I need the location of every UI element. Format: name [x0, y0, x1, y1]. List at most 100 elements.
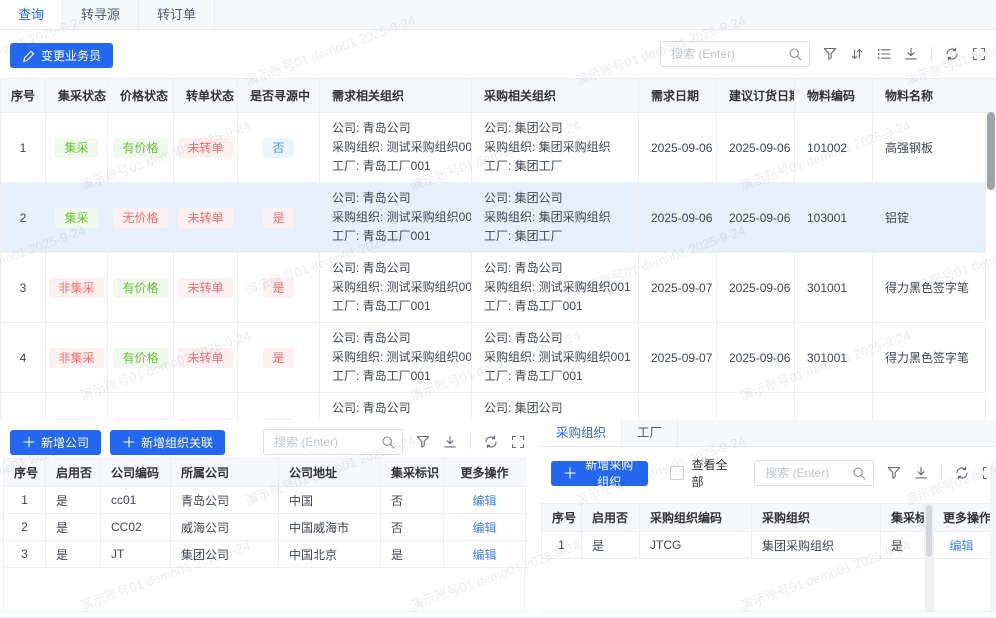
- search-icon[interactable]: [381, 435, 395, 449]
- add-company-label: 新增公司: [41, 434, 89, 451]
- table-cell: 青岛公司: [171, 487, 279, 514]
- bottom-tab-2[interactable]: 工厂: [622, 420, 678, 446]
- status-badge: 未转单: [178, 348, 232, 368]
- table-cell: 2025-09-07: [639, 393, 717, 421]
- main-search-input[interactable]: [661, 42, 809, 66]
- demand-col-header: 需求相关组织: [320, 79, 472, 113]
- table-cell[interactable]: 编辑: [444, 487, 526, 514]
- table-cell: 得力黑色签字笔: [873, 323, 986, 393]
- org-cell: 公司: 集团公司采购组织: 集团采购组织工厂: 集团工厂: [472, 183, 639, 253]
- table-cell: 2025-09-07: [639, 323, 717, 393]
- edit-link[interactable]: 编辑: [472, 521, 496, 535]
- table-cell: 集团采购组织: [752, 532, 881, 559]
- status-badge: 未转单: [178, 138, 232, 158]
- bottom-tab-1[interactable]: 采购组织: [541, 420, 622, 446]
- table-cell[interactable]: 编辑: [933, 532, 991, 559]
- demand-table-row[interactable]: 4非集采有价格未转单是公司: 青岛公司采购组织: 测试采购组织001工厂: 青岛…: [1, 323, 986, 393]
- table-row[interactable]: 3是JT集团公司中国北京是编辑: [4, 541, 526, 568]
- company-toolbar: 新增公司 新增组织关联: [0, 420, 541, 458]
- demand-col-header: 转单状态: [174, 79, 238, 113]
- table-cell: cc01: [101, 487, 171, 514]
- search-icon[interactable]: [852, 466, 866, 480]
- fullscreen-icon[interactable]: [972, 47, 986, 61]
- download-icon[interactable]: [443, 435, 457, 449]
- fullscreen-icon[interactable]: [511, 435, 525, 449]
- table-cell: 2025-09-06: [717, 183, 795, 253]
- purchase-org-table: 序号启用否采购组织编码采购组织集采标识更多操作1是JTCG集团采购组织是编辑: [541, 503, 991, 559]
- table-row[interactable]: 1是cc01青岛公司中国否编辑: [4, 487, 526, 514]
- main-search: [660, 41, 810, 67]
- header-corner: [985, 78, 996, 113]
- status-badge: 未转单: [178, 208, 232, 228]
- table-cell: 是: [582, 532, 640, 559]
- col-header: 启用否: [582, 504, 640, 532]
- main-table-scrollbar[interactable]: [987, 112, 995, 418]
- scrollbar-thumb[interactable]: [987, 112, 995, 190]
- company-search: [263, 429, 403, 455]
- table-cell: 是: [881, 532, 925, 559]
- top-tab-1[interactable]: 查询: [0, 0, 63, 29]
- demand-col-header: 价格状态: [108, 79, 174, 113]
- download-icon[interactable]: [914, 466, 928, 480]
- add-org-link-button[interactable]: 新增组织关联: [110, 430, 225, 455]
- table-cell[interactable]: 编辑: [444, 514, 526, 541]
- status-badge: 未转单: [178, 278, 232, 298]
- org-cell: 公司: 青岛公司采购组织: 测试采购组织001工厂: 青岛工厂001: [320, 323, 472, 393]
- table-row[interactable]: 1是JTCG集团采购组织是编辑: [542, 532, 991, 559]
- demand-table-row[interactable]: 3非集采有价格未转单是公司: 青岛公司采购组织: 测试采购组织001工厂: 青岛…: [1, 253, 986, 323]
- demand-table-row[interactable]: 1集采有价格未转单否公司: 青岛公司采购组织: 测试采购组织001工厂: 青岛工…: [1, 113, 986, 183]
- add-purchase-org-button[interactable]: 新增采购组织: [551, 461, 648, 486]
- table-cell: 是: [381, 541, 444, 568]
- col-header: 采购组织编码: [640, 504, 752, 532]
- status-badge: 集采: [55, 138, 97, 158]
- status-badge: 有价格: [113, 348, 167, 368]
- refresh-icon[interactable]: [484, 435, 498, 449]
- purchase-org-scrollbar[interactable]: [990, 462, 996, 614]
- table-cell: 2025-09-06: [717, 253, 795, 323]
- edit-link[interactable]: 编辑: [472, 494, 496, 508]
- col-header: 序号: [542, 504, 582, 532]
- demand-col-header: 建议订货日期: [717, 79, 795, 113]
- demand-col-header: 采购相关组织: [472, 79, 639, 113]
- status-badge: 无价格: [113, 208, 167, 228]
- purchase-org-toolbar: 新增采购组织 查看全部: [551, 460, 996, 486]
- add-company-button[interactable]: 新增公司: [10, 430, 101, 455]
- view-all-label: 查看全部: [691, 456, 730, 490]
- row-seq: 2: [1, 183, 46, 253]
- org-cell: 公司: 青岛公司采购组织: 测试采购组织001工厂: 青岛工厂001: [472, 253, 639, 323]
- demand-table-row[interactable]: 2集采无价格未转单是公司: 青岛公司采购组织: 测试采购组织001工厂: 青岛工…: [1, 183, 986, 253]
- bottom-tab-bar: 采购组织工厂: [541, 420, 996, 447]
- table-cell: 1: [4, 487, 46, 514]
- table-cell: 高强钢板: [873, 113, 986, 183]
- top-tab-3[interactable]: 转订单: [139, 0, 215, 29]
- filter-icon[interactable]: [887, 466, 901, 480]
- toolbar-divider: [470, 435, 471, 449]
- status-badge: 是: [263, 348, 293, 368]
- filter-icon[interactable]: [416, 435, 430, 449]
- table-cell: 蓝色白板笔: [873, 393, 986, 421]
- status-badge: 集采: [55, 208, 97, 228]
- col-header: 集采标识: [381, 459, 444, 487]
- search-icon[interactable]: [788, 47, 802, 61]
- scroll-strip: [925, 532, 933, 559]
- add-purchase-org-label: 新增采购组织: [582, 456, 636, 490]
- company-panel: 新增公司 新增组织关联 序号启用否公司编码所属公司公司地址集采标识更多操作1是c…: [0, 420, 541, 618]
- table-cell: 301001: [795, 323, 873, 393]
- edit-link[interactable]: 编辑: [949, 539, 973, 553]
- view-all-checkbox[interactable]: [670, 466, 684, 480]
- table-cell[interactable]: 编辑: [444, 541, 526, 568]
- refresh-icon[interactable]: [955, 466, 969, 480]
- demand-table-row[interactable]: 5集采无价格未转单是公司: 青岛公司采购组织: 测试采购组织001工厂: 青岛工…: [1, 393, 986, 421]
- table-row[interactable]: 2是CC02威海公司中国威海市否编辑: [4, 514, 526, 541]
- top-tab-2[interactable]: 转寻源: [63, 0, 139, 29]
- sort-icon[interactable]: [850, 47, 864, 61]
- list-icon[interactable]: [877, 47, 891, 61]
- top-tab-bar: 查询转寻源转订单: [0, 0, 996, 30]
- change-salesman-button[interactable]: 变更业务员: [10, 43, 113, 68]
- refresh-icon[interactable]: [945, 47, 959, 61]
- table-cell: 威海公司: [171, 514, 279, 541]
- download-icon[interactable]: [904, 47, 918, 61]
- company-table: 序号启用否公司编码所属公司公司地址集采标识更多操作1是cc01青岛公司中国否编辑…: [3, 458, 526, 568]
- filter-icon[interactable]: [823, 47, 837, 61]
- edit-link[interactable]: 编辑: [472, 548, 496, 562]
